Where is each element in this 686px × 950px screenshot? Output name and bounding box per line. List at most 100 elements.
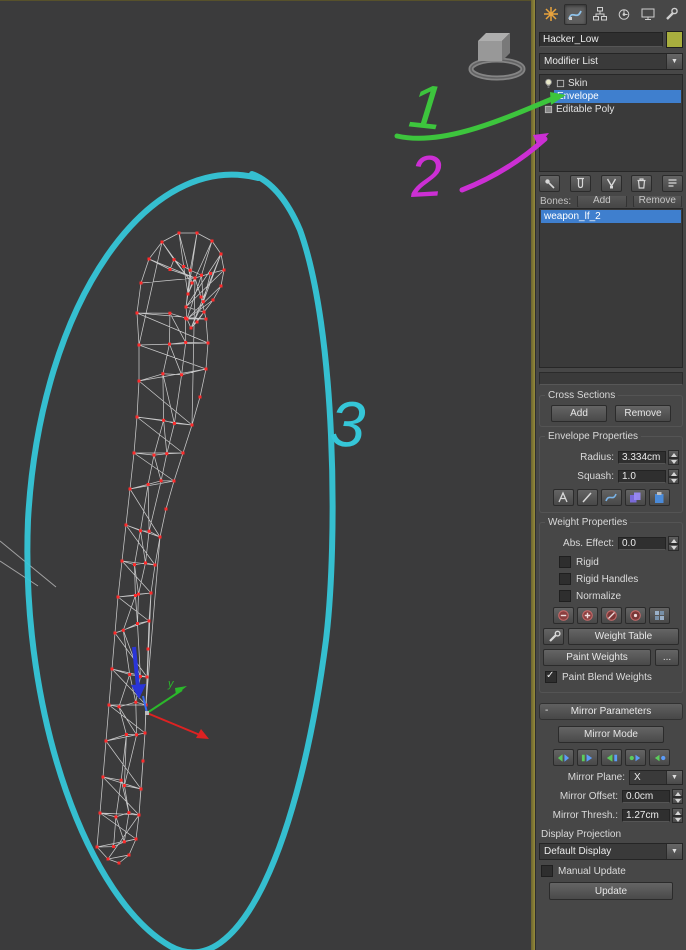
configure-modifier-sets-button[interactable] [662,175,683,192]
include-vertices-icon [581,610,593,621]
bone-line [0,540,57,588]
mirror-thresh-spinner[interactable] [672,808,683,823]
stack-item-editable-poly[interactable]: Editable Poly [541,103,681,116]
motion-tab[interactable] [613,4,634,23]
display-icon [641,8,655,20]
radius-label: Radius: [580,452,614,463]
select-excluded-vertices-icon [605,610,617,621]
modifier-list-label: Modifier List [544,56,598,67]
mirror-parameters-title: Mirror Parameters [570,706,652,717]
squash-field[interactable]: 1.0 [618,470,666,483]
display-tab[interactable] [637,4,658,23]
envelope-properties-group: Envelope Properties Radius: 3.334cm Squa… [539,431,683,513]
paint-options-button[interactable]: ... [655,649,679,666]
hierarchy-tab[interactable] [590,4,611,23]
mirror-thresh-field[interactable]: 1.27cm [622,809,670,822]
chevron-down-icon: ▼ [666,54,682,69]
bone-item[interactable]: weapon_lf_2 [541,210,681,223]
object-color-swatch[interactable] [666,31,683,48]
copy-icon [630,492,641,503]
bake-selected-vertices-icon [654,611,664,620]
mirror-plane-label: Mirror Plane: [567,772,625,783]
mirror-mode-button[interactable]: Mirror Mode [558,726,664,743]
gizmo-y-arrowhead [175,686,187,695]
absolute-effect-button[interactable] [552,489,574,506]
weight-properties-group: Weight Properties Abs. Effect: 0.0 Rigid… [539,517,683,693]
weight-tool-button[interactable] [543,628,564,645]
select-included-vertices-button[interactable] [624,607,646,624]
stack-item-skin[interactable]: Skin [541,77,681,90]
paste-blue-to-green-verts-button[interactable] [648,749,670,766]
falloff-button[interactable] [576,489,598,506]
bones-label: Bones: [540,196,572,207]
bulb-icon[interactable] [544,78,553,89]
mirror-plane-dropdown[interactable]: X ▼ [629,770,683,785]
modify-tab[interactable] [563,4,587,25]
mirror-offset-field[interactable]: 0.0cm [622,790,670,803]
normalize-checkbox[interactable] [559,590,571,602]
remove-modifier-button[interactable] [631,175,653,192]
normalize-row: Normalize [559,590,677,602]
include-vertices-button[interactable] [576,607,598,624]
create-icon [543,6,558,21]
select-included-vertices-icon [629,610,641,621]
squash-spinner[interactable] [668,469,679,484]
paint-blend-weights-checkbox[interactable] [545,670,557,683]
bones-list[interactable]: weapon_lf_2 [539,208,683,368]
bones-add-button[interactable]: Add [577,196,627,207]
stack-item-envelope[interactable]: Envelope [554,90,681,103]
paste-green-to-blue-verts-button[interactable] [624,749,646,766]
make-unique-button[interactable] [600,175,622,192]
pin-stack-button[interactable] [539,175,560,192]
utilities-tab[interactable] [661,4,682,23]
cross-sections-remove-button[interactable]: Remove [615,405,671,422]
viewport[interactable]: y [0,0,531,950]
paste-envelope-button[interactable] [648,489,670,506]
mirror-parameters-body: Mirror Mode Mirror Plane: X ▼ Mirror Off… [539,726,683,900]
bones-remove-button[interactable]: Remove [632,196,682,207]
bones-header-clipped: Bones: Add Remove [540,196,682,207]
mirror-paste-button[interactable] [552,749,574,766]
make-unique-icon [606,178,616,189]
radius-field[interactable]: 3.334cm [618,451,666,464]
object-name-field[interactable]: Hacker_Low [539,32,663,47]
list-footer-well [539,372,683,385]
stack-item-label: Skin [568,78,588,89]
envelope-properties-title: Envelope Properties [545,431,642,442]
cross-sections-add-button[interactable]: Add [551,405,607,422]
viewport-cube-icon [468,33,526,81]
envelope-curve-button[interactable] [600,489,622,506]
mirror-parameters-rollout[interactable]: - Mirror Parameters [539,703,683,720]
show-end-result-icon [576,177,584,189]
manual-update-checkbox[interactable] [541,865,553,877]
paste-blue-to-green-bones-button[interactable] [600,749,622,766]
rigid-handles-checkbox[interactable] [559,573,571,585]
abs-effect-spinner[interactable] [668,536,679,551]
radius-spinner[interactable] [668,450,679,465]
update-button[interactable]: Update [549,882,673,900]
hierarchy-icon [593,6,608,20]
rigid-checkbox[interactable] [559,556,571,568]
paste-green-to-blue-bones-button[interactable] [576,749,598,766]
modifier-list-dropdown[interactable]: Modifier List ▼ [539,53,683,70]
show-end-result-button[interactable] [569,175,591,192]
paste-blue-to-green-verts-icon [654,754,665,761]
exclude-vertices-button[interactable] [552,607,574,624]
gizmo-y-label: y [167,678,175,690]
abs-effect-field[interactable]: 0.0 [618,537,666,550]
transform-gizmo[interactable]: y [142,678,209,739]
collapse-icon: - [545,705,549,716]
rigid-row: Rigid [559,556,677,568]
paint-blend-weights-label: Paint Blend Weights [562,671,652,683]
display-projection-dropdown[interactable]: Default Display ▼ [539,843,683,860]
manual-update-label: Manual Update [558,865,626,877]
create-tab[interactable] [540,4,561,23]
display-projection-label: Display Projection [541,829,622,840]
weight-table-button[interactable]: Weight Table [568,628,679,645]
mirror-offset-spinner[interactable] [672,789,683,804]
bake-selected-vertices-button[interactable] [648,607,670,624]
viewport-overlays: y [0,33,526,739]
copy-envelope-button[interactable] [624,489,646,506]
paint-weights-button[interactable]: Paint Weights [543,649,651,666]
select-excluded-vertices-button[interactable] [600,607,622,624]
